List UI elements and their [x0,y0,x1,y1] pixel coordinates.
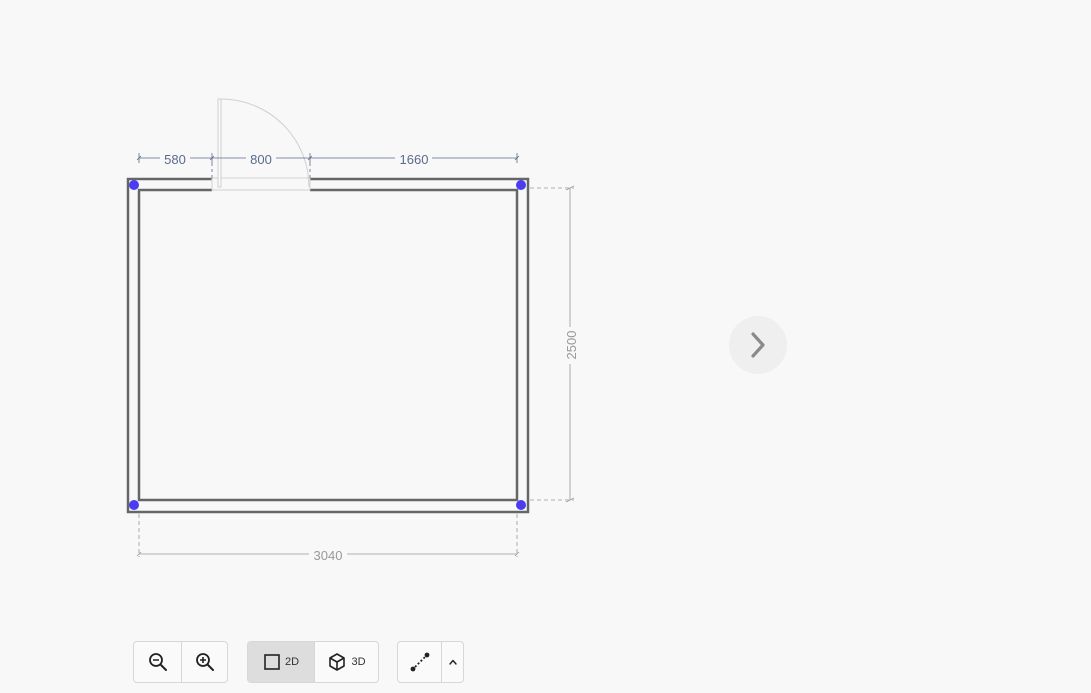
outer-wall[interactable] [126,177,530,514]
inner-wall [137,188,519,502]
top-dimension [136,153,520,178]
square-icon [264,654,280,670]
zoom-in-button[interactable] [181,642,227,682]
cube-icon [329,653,346,671]
next-button[interactable] [729,316,787,374]
view-2d-label: 2D [284,656,300,668]
zoom-controls [133,641,228,683]
measure-options-button[interactable] [441,642,463,682]
measure-controls [397,641,464,683]
view-2d-button[interactable]: 2D [248,642,314,682]
door-leaf [217,98,222,188]
measure-button[interactable] [398,642,441,682]
dim-height: 2500 [564,331,579,360]
dim-right-segment: 1660 [400,152,429,167]
corner-handle-bottom-left[interactable] [129,500,139,510]
measure-line-icon [410,652,429,672]
door[interactable] [211,98,311,192]
view-3d-button[interactable]: 3D [314,642,378,682]
floor-plan-canvas[interactable]: 580 800 1660 2500 3040 [0,0,1091,693]
corner-handle-top-right[interactable] [516,180,526,190]
corner-handle-top-left[interactable] [129,180,139,190]
dim-left-segment: 580 [164,152,186,167]
zoom-out-button[interactable] [134,642,181,682]
dim-door-width: 800 [250,152,272,167]
corner-handle-bottom-right[interactable] [516,500,526,510]
dim-width: 3040 [314,548,343,563]
zoom-in-icon [195,653,214,671]
zoom-out-icon [148,653,167,671]
chevron-up-icon [448,659,457,665]
door-swing-arc [220,98,310,188]
view-mode-toggle: 2D 3D [247,641,379,683]
view-3d-label: 3D [351,656,366,668]
chevron-right-icon [751,332,765,358]
